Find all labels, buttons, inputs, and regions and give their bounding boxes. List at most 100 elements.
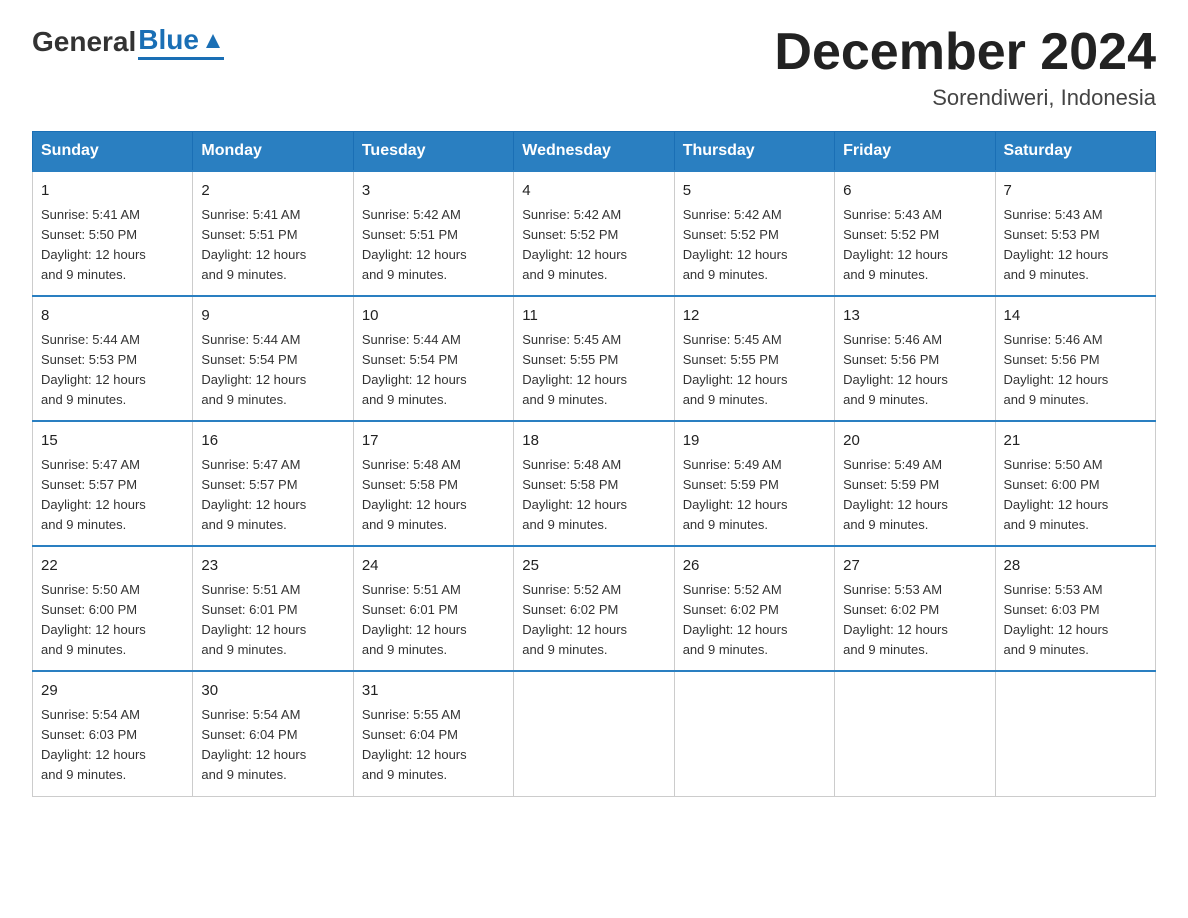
table-row: 19 Sunrise: 5:49 AMSunset: 5:59 PMDayligh… <box>674 421 834 546</box>
table-row: 16 Sunrise: 5:47 AMSunset: 5:57 PMDayligh… <box>193 421 353 546</box>
page-header: General Blue December 2024 Sorendiweri, … <box>32 24 1156 111</box>
day-number: 22 <box>41 555 184 578</box>
table-row: 24 Sunrise: 5:51 AMSunset: 6:01 PMDayligh… <box>353 546 513 671</box>
day-info: Sunrise: 5:42 AMSunset: 5:52 PMDaylight:… <box>522 207 627 282</box>
table-row: 22 Sunrise: 5:50 AMSunset: 6:00 PMDayligh… <box>33 546 193 671</box>
day-number: 26 <box>683 555 826 578</box>
col-monday: Monday <box>193 132 353 172</box>
calendar-week-row: 29Sunrise: 5:54 AMSunset: 6:03 PMDayligh… <box>33 671 1156 796</box>
calendar-week-row: 1 Sunrise: 5:41 AMSunset: 5:50 PMDaylight… <box>33 171 1156 296</box>
day-number: 29 <box>41 680 184 703</box>
day-info: Sunrise: 5:49 AMSunset: 5:59 PMDaylight:… <box>683 457 788 532</box>
day-info: Sunrise: 5:43 AMSunset: 5:52 PMDaylight:… <box>843 207 948 282</box>
table-row: 12 Sunrise: 5:45 AMSunset: 5:55 PMDayligh… <box>674 296 834 421</box>
table-row <box>674 671 834 796</box>
table-row: 10 Sunrise: 5:44 AMSunset: 5:54 PMDayligh… <box>353 296 513 421</box>
table-row: 3Sunrise: 5:42 AMSunset: 5:51 PMDaylight… <box>353 171 513 296</box>
day-info: Sunrise: 5:44 AMSunset: 5:54 PMDaylight:… <box>201 332 306 407</box>
day-number: 7 <box>1004 180 1147 203</box>
day-number: 14 <box>1004 305 1147 328</box>
table-row: 25 Sunrise: 5:52 AMSunset: 6:02 PMDayligh… <box>514 546 674 671</box>
title-block: December 2024 Sorendiweri, Indonesia <box>774 24 1156 111</box>
table-row: 13Sunrise: 5:46 AMSunset: 5:56 PMDayligh… <box>835 296 995 421</box>
day-number: 23 <box>201 555 344 578</box>
table-row: 18Sunrise: 5:48 AMSunset: 5:58 PMDayligh… <box>514 421 674 546</box>
day-info: Sunrise: 5:45 AMSunset: 5:55 PMDaylight:… <box>683 332 788 407</box>
calendar-table: Sunday Monday Tuesday Wednesday Thursday… <box>32 131 1156 796</box>
day-number: 6 <box>843 180 986 203</box>
day-number: 24 <box>362 555 505 578</box>
day-number: 2 <box>201 180 344 203</box>
table-row: 27Sunrise: 5:53 AMSunset: 6:02 PMDayligh… <box>835 546 995 671</box>
calendar-week-row: 22 Sunrise: 5:50 AMSunset: 6:00 PMDayligh… <box>33 546 1156 671</box>
col-sunday: Sunday <box>33 132 193 172</box>
table-row: 9 Sunrise: 5:44 AMSunset: 5:54 PMDaylight… <box>193 296 353 421</box>
day-number: 31 <box>362 680 505 703</box>
table-row: 14 Sunrise: 5:46 AMSunset: 5:56 PMDayligh… <box>995 296 1155 421</box>
day-info: Sunrise: 5:42 AMSunset: 5:51 PMDaylight:… <box>362 207 467 282</box>
day-info: Sunrise: 5:46 AMSunset: 5:56 PMDaylight:… <box>1004 332 1109 407</box>
table-row: 20 Sunrise: 5:49 AMSunset: 5:59 PMDayligh… <box>835 421 995 546</box>
day-info: Sunrise: 5:47 AMSunset: 5:57 PMDaylight:… <box>41 457 146 532</box>
day-number: 16 <box>201 430 344 453</box>
col-tuesday: Tuesday <box>353 132 513 172</box>
logo: General Blue <box>32 24 224 60</box>
day-number: 8 <box>41 305 184 328</box>
table-row <box>995 671 1155 796</box>
day-info: Sunrise: 5:48 AMSunset: 5:58 PMDaylight:… <box>522 457 627 532</box>
day-info: Sunrise: 5:47 AMSunset: 5:57 PMDaylight:… <box>201 457 306 532</box>
day-info: Sunrise: 5:44 AMSunset: 5:53 PMDaylight:… <box>41 332 146 407</box>
calendar-week-row: 8 Sunrise: 5:44 AMSunset: 5:53 PMDaylight… <box>33 296 1156 421</box>
table-row: 31 Sunrise: 5:55 AMSunset: 6:04 PMDayligh… <box>353 671 513 796</box>
table-row: 7Sunrise: 5:43 AMSunset: 5:53 PMDaylight… <box>995 171 1155 296</box>
day-number: 4 <box>522 180 665 203</box>
day-info: Sunrise: 5:49 AMSunset: 5:59 PMDaylight:… <box>843 457 948 532</box>
day-number: 19 <box>683 430 826 453</box>
table-row: 28 Sunrise: 5:53 AMSunset: 6:03 PMDayligh… <box>995 546 1155 671</box>
table-row <box>835 671 995 796</box>
day-number: 21 <box>1004 430 1147 453</box>
day-info: Sunrise: 5:52 AMSunset: 6:02 PMDaylight:… <box>522 582 627 657</box>
table-row: 17Sunrise: 5:48 AMSunset: 5:58 PMDayligh… <box>353 421 513 546</box>
table-row: 15Sunrise: 5:47 AMSunset: 5:57 PMDayligh… <box>33 421 193 546</box>
table-row: 21 Sunrise: 5:50 AMSunset: 6:00 PMDayligh… <box>995 421 1155 546</box>
table-row: 30Sunrise: 5:54 AMSunset: 6:04 PMDayligh… <box>193 671 353 796</box>
day-number: 12 <box>683 305 826 328</box>
day-number: 30 <box>201 680 344 703</box>
day-number: 25 <box>522 555 665 578</box>
day-number: 20 <box>843 430 986 453</box>
day-number: 1 <box>41 180 184 203</box>
day-number: 10 <box>362 305 505 328</box>
calendar-week-row: 15Sunrise: 5:47 AMSunset: 5:57 PMDayligh… <box>33 421 1156 546</box>
day-info: Sunrise: 5:55 AMSunset: 6:04 PMDaylight:… <box>362 707 467 782</box>
day-info: Sunrise: 5:41 AMSunset: 5:50 PMDaylight:… <box>41 207 146 282</box>
logo-triangle-icon <box>202 30 224 52</box>
day-info: Sunrise: 5:52 AMSunset: 6:02 PMDaylight:… <box>683 582 788 657</box>
col-saturday: Saturday <box>995 132 1155 172</box>
month-title: December 2024 <box>774 24 1156 81</box>
day-info: Sunrise: 5:42 AMSunset: 5:52 PMDaylight:… <box>683 207 788 282</box>
table-row: 2 Sunrise: 5:41 AMSunset: 5:51 PMDaylight… <box>193 171 353 296</box>
day-info: Sunrise: 5:44 AMSunset: 5:54 PMDaylight:… <box>362 332 467 407</box>
table-row: 26 Sunrise: 5:52 AMSunset: 6:02 PMDayligh… <box>674 546 834 671</box>
day-info: Sunrise: 5:50 AMSunset: 6:00 PMDaylight:… <box>1004 457 1109 532</box>
day-info: Sunrise: 5:50 AMSunset: 6:00 PMDaylight:… <box>41 582 146 657</box>
day-info: Sunrise: 5:48 AMSunset: 5:58 PMDaylight:… <box>362 457 467 532</box>
table-row: 8 Sunrise: 5:44 AMSunset: 5:53 PMDaylight… <box>33 296 193 421</box>
logo-general-text: General <box>32 26 136 58</box>
table-row: 4 Sunrise: 5:42 AMSunset: 5:52 PMDaylight… <box>514 171 674 296</box>
day-info: Sunrise: 5:51 AMSunset: 6:01 PMDaylight:… <box>362 582 467 657</box>
day-number: 28 <box>1004 555 1147 578</box>
table-row: 11Sunrise: 5:45 AMSunset: 5:55 PMDayligh… <box>514 296 674 421</box>
day-info: Sunrise: 5:41 AMSunset: 5:51 PMDaylight:… <box>201 207 306 282</box>
table-row: 1 Sunrise: 5:41 AMSunset: 5:50 PMDaylight… <box>33 171 193 296</box>
table-row: 5Sunrise: 5:42 AMSunset: 5:52 PMDaylight… <box>674 171 834 296</box>
day-info: Sunrise: 5:53 AMSunset: 6:03 PMDaylight:… <box>1004 582 1109 657</box>
day-info: Sunrise: 5:46 AMSunset: 5:56 PMDaylight:… <box>843 332 948 407</box>
day-number: 9 <box>201 305 344 328</box>
table-row <box>514 671 674 796</box>
day-number: 27 <box>843 555 986 578</box>
day-number: 11 <box>522 305 665 328</box>
day-info: Sunrise: 5:51 AMSunset: 6:01 PMDaylight:… <box>201 582 306 657</box>
logo-blue-text: Blue <box>138 24 199 56</box>
